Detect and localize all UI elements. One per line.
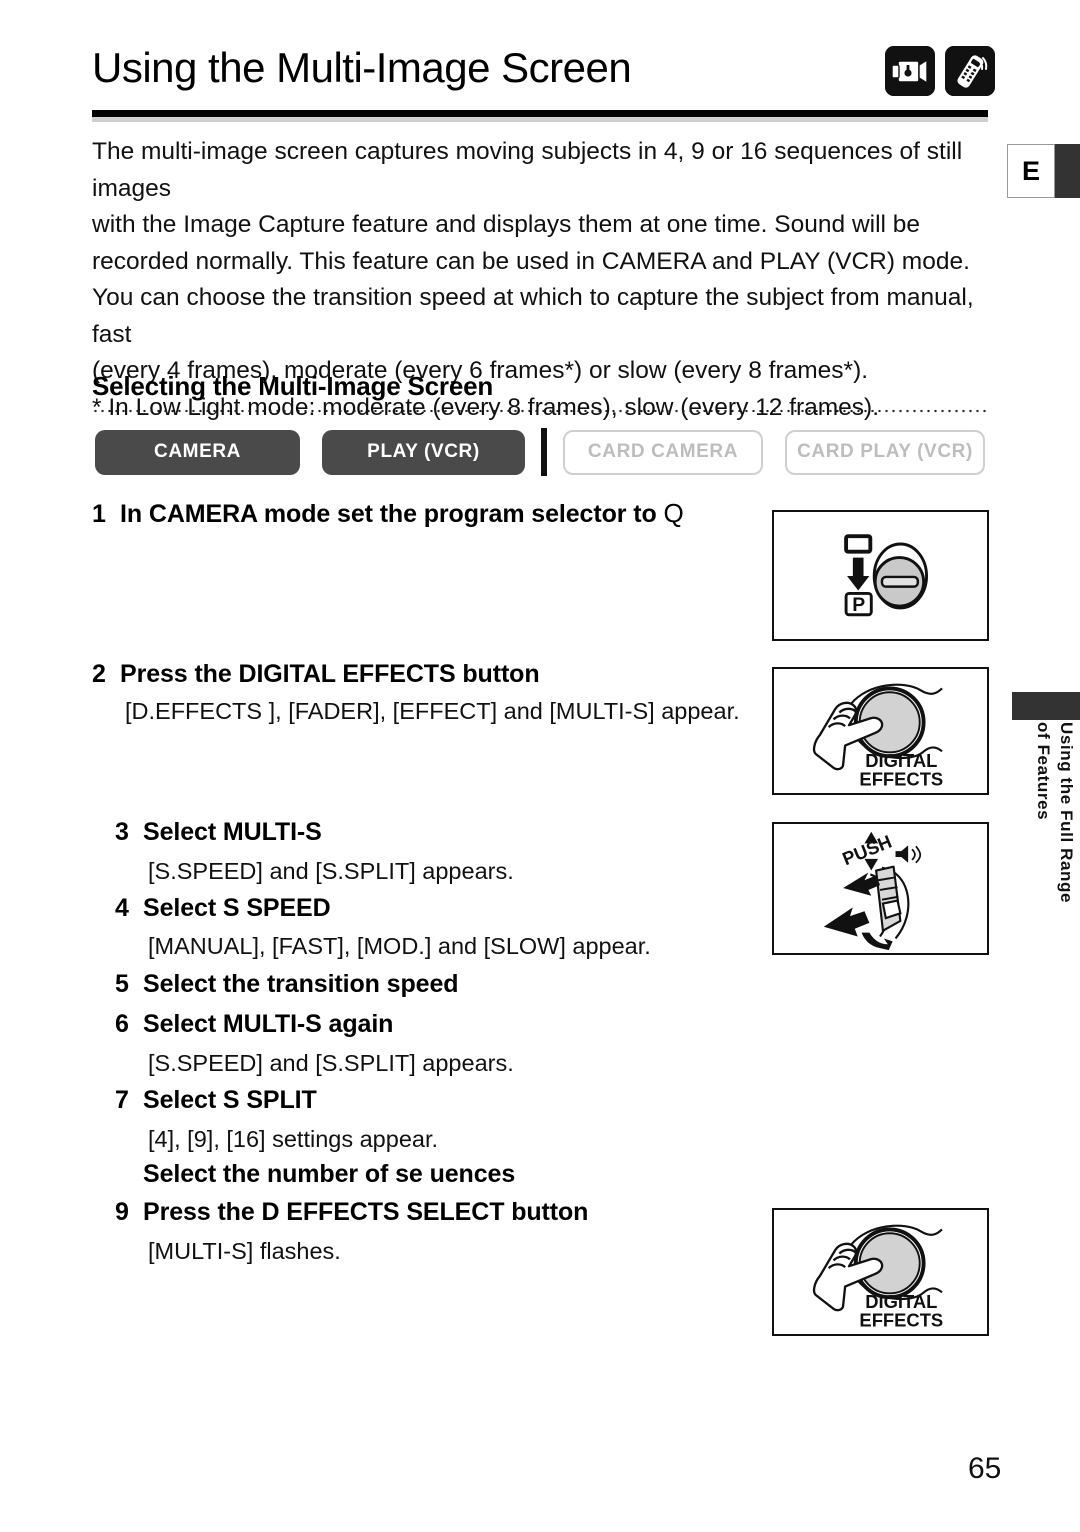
camcorder-icon (885, 46, 935, 96)
step-6-heading: 6 Select MULTI-S again (115, 1010, 393, 1039)
dial-p-label: P (852, 594, 865, 616)
title-rule-shadow (92, 117, 988, 122)
step-2-text: Press the DIGITAL EFFECTS button (120, 660, 540, 688)
side-tab-line-1: Using the Full Range (1057, 722, 1076, 904)
digital-effects-button-figure: DIGITAL EFFECTS (772, 667, 989, 795)
mode-pill-camera[interactable]: CAMERA (95, 429, 300, 475)
language-tab: E (1007, 144, 1080, 198)
step-7-text: Select S SPLIT (143, 1086, 317, 1114)
program-selector-dial-figure: P (772, 510, 989, 641)
mode-pill-separator (541, 428, 547, 476)
step-9-body: [MULTI-S] flashes. (148, 1238, 341, 1264)
section-divider (92, 409, 988, 413)
remote-control-icon (945, 46, 995, 96)
step-4-body: [MANUAL], [FAST], [MOD.] and [SLOW] appe… (148, 933, 651, 959)
intro-line: with the Image Capture feature and displ… (92, 211, 921, 238)
step-1-text: In CAMERA mode set the program selector … (120, 500, 664, 528)
step-9-number: 9 (115, 1198, 129, 1226)
step-7-body: [4], [9], [16] settings appear. (148, 1126, 439, 1152)
step-8-text: Select the number of se uences (143, 1160, 516, 1188)
step-3-body: [S.SPEED] and [S.SPLIT] appears. (148, 858, 514, 884)
step-2-heading: 2 Press the DIGITAL EFFECTS button (92, 660, 540, 689)
step-9-text: Press the D EFFECTS SELECT button (143, 1198, 589, 1226)
mode-pill-group: CAMERA PLAY (VCR) CARD CAMERA CARD PLAY … (95, 428, 985, 476)
step-3-heading: 3 Select MULTI-S (115, 818, 322, 847)
side-tab-text: Using the Full Range of Features (1006, 722, 1078, 962)
push-selector-dial-figure: PUSH (772, 822, 989, 955)
step-3-number: 3 (115, 818, 129, 846)
mode-pill-card-camera[interactable]: CARD CAMERA (563, 429, 763, 475)
title-icon-group (885, 46, 995, 96)
step-8-heading: Select the number of se uences (115, 1160, 515, 1189)
step-3-text: Select MULTI-S (143, 818, 322, 846)
step-1-heading: 1 In CAMERA mode set the program selector… (92, 498, 684, 529)
language-tab-label: E (1007, 144, 1055, 198)
step-7-heading: 7 Select S SPLIT (115, 1086, 317, 1115)
step-5-number: 5 (115, 970, 129, 998)
intro-line: You can choose the transition speed at w… (92, 284, 974, 348)
step-4-text: Select S SPEED (143, 894, 331, 922)
step-6-body: [S.SPEED] and [S.SPLIT] appears. (148, 1050, 514, 1076)
step-2-body: [D.EFFECTS ], [FADER], [EFFECT] and [MUL… (125, 698, 740, 724)
step-5-heading: 5 Select the transition speed (115, 970, 459, 999)
side-tab-line-2: of Features (1034, 722, 1053, 821)
page-number: 65 (968, 1452, 1002, 1485)
title-rule (92, 110, 988, 117)
digital-effects-button-figure: DIGITAL EFFECTS (772, 1208, 989, 1336)
step-6-text: Select MULTI-S again (143, 1010, 394, 1038)
page-title: Using the Multi-Image Screen (92, 44, 632, 91)
step-1-number: 1 (92, 500, 106, 528)
step-2-number: 2 (92, 660, 106, 688)
step-4-heading: 4 Select S SPEED (115, 894, 331, 923)
intro-line: recorded normally. This feature can be u… (92, 247, 970, 275)
effects-label: EFFECTS (859, 768, 943, 789)
step-5-text: Select the transition speed (143, 970, 459, 998)
side-tab-marker (1012, 692, 1080, 720)
program-selector-symbol-icon: Q (663, 498, 684, 528)
effects-label: EFFECTS (859, 1309, 943, 1330)
mode-pill-play-vcr[interactable]: PLAY (VCR) (322, 429, 525, 475)
mode-pill-card-play-vcr[interactable]: CARD PLAY (VCR) (785, 429, 985, 475)
step-9-heading: 9 Press the D EFFECTS SELECT button (115, 1198, 588, 1227)
step-7-number: 7 (115, 1086, 129, 1114)
intro-line: The multi-image screen captures moving s… (92, 138, 963, 202)
step-6-number: 6 (115, 1010, 129, 1038)
section-heading: Selecting the Multi-Image Screen (92, 371, 494, 401)
step-4-number: 4 (115, 894, 129, 922)
